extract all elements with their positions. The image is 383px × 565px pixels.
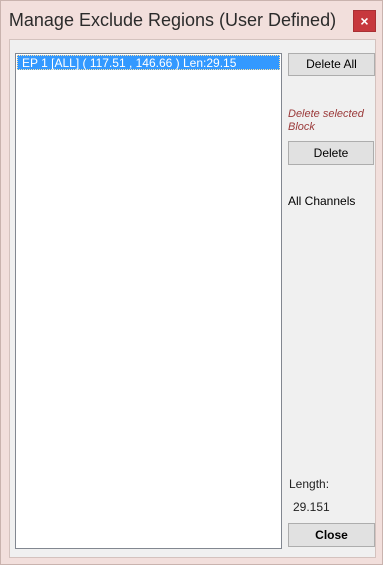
close-button[interactable]: Close: [288, 523, 375, 547]
window-close-icon[interactable]: ×: [353, 10, 376, 32]
window-title: Manage Exclude Regions (User Defined): [8, 10, 337, 30]
length-label: Length:: [289, 477, 330, 491]
delete-all-button[interactable]: Delete All: [288, 53, 375, 76]
delete-selected-hint: Delete selected Block: [288, 108, 364, 133]
list-item[interactable]: EP 1 [ALL] ( 117.51 , 146.66 ) Len:29.15: [17, 55, 280, 70]
channels-label: All Channels: [288, 194, 356, 208]
exclude-regions-list[interactable]: EP 1 [ALL] ( 117.51 , 146.66 ) Len:29.15: [15, 53, 282, 549]
title-bar[interactable]: Manage Exclude Regions (User Defined) ×: [1, 1, 383, 39]
delete-button[interactable]: Delete: [288, 141, 374, 165]
length-value: 29.151: [293, 500, 330, 514]
dialog-window: Manage Exclude Regions (User Defined) × …: [0, 0, 383, 565]
